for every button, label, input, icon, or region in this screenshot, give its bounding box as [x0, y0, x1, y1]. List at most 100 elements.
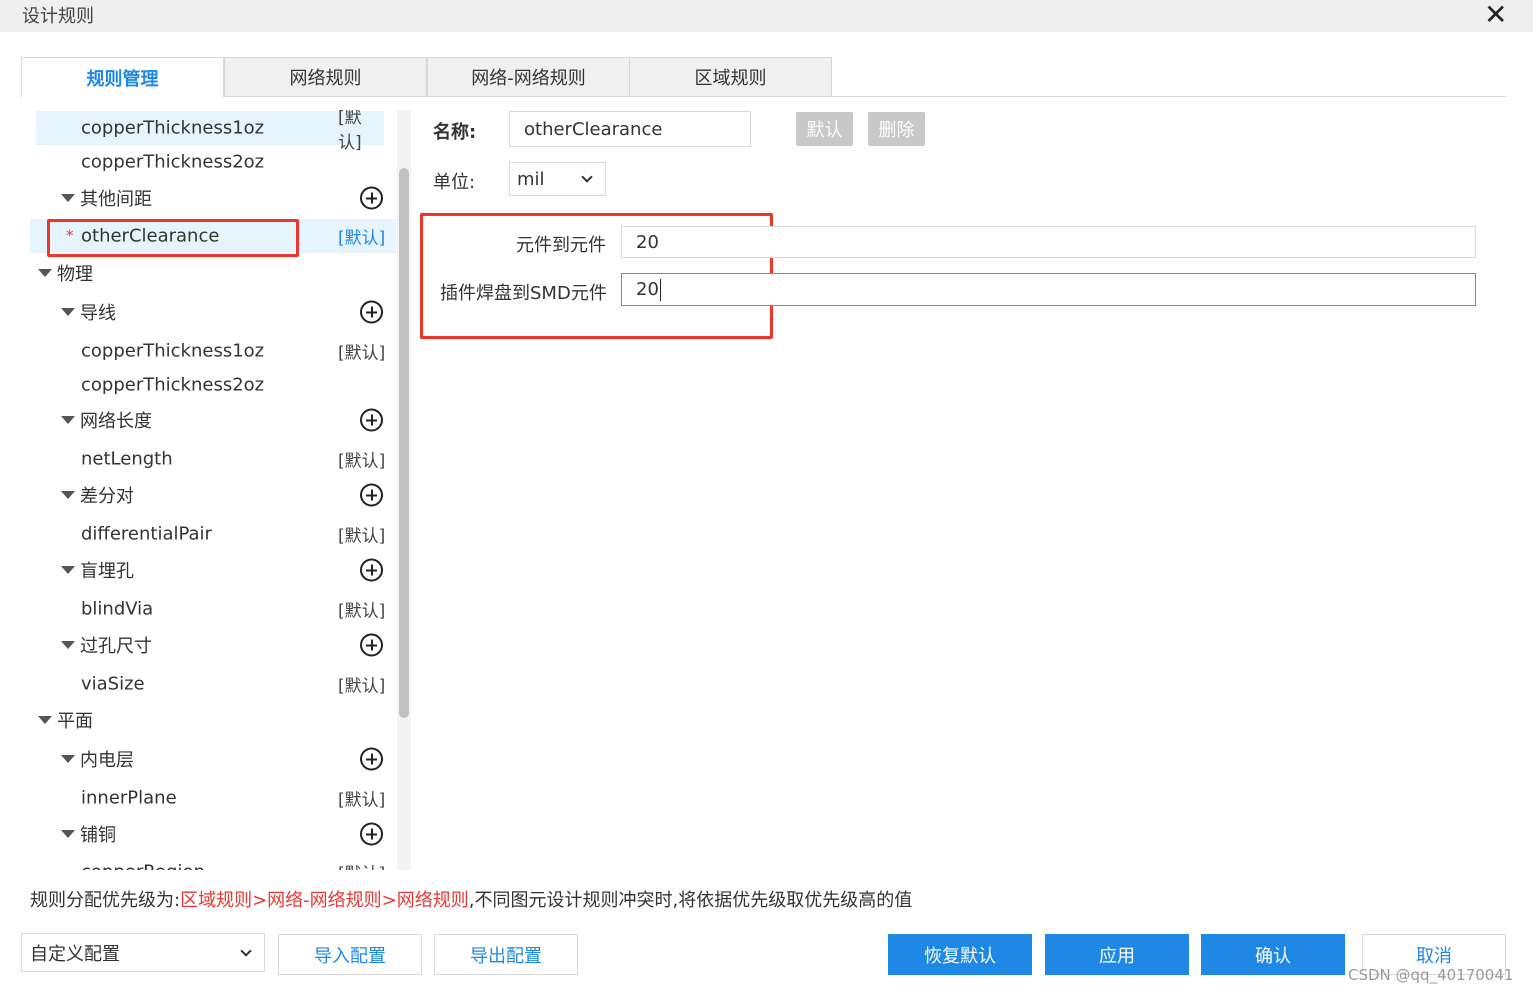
add-rule-icon[interactable]: [360, 300, 383, 324]
add-rule-icon[interactable]: [360, 747, 383, 771]
export-config-button[interactable]: 导出配置: [434, 934, 578, 975]
comp-to-comp-label: 元件到元件: [516, 235, 606, 256]
default-tag: [默认]: [338, 676, 386, 697]
tht-to-smd-value: 20: [636, 279, 659, 300]
tree-group-label: 盲埋孔: [80, 561, 134, 582]
add-rule-icon[interactable]: [360, 822, 383, 846]
tree-item-copper-thickness-1oz[interactable]: copperThickness1oz [默认]: [30, 334, 396, 368]
rule-name-input[interactable]: otherClearance: [509, 111, 751, 147]
tab-net-rules[interactable]: 网络规则: [224, 57, 427, 97]
tree-item-copper-region[interactable]: copperRegion [默认]: [30, 855, 396, 871]
tree-item-via-size[interactable]: viaSize [默认]: [30, 667, 396, 701]
caret-down-icon[interactable]: [61, 566, 75, 574]
caret-down-icon[interactable]: [61, 416, 75, 424]
unit-select[interactable]: mil: [509, 162, 606, 196]
restore-default-button[interactable]: 恢复默认: [888, 934, 1032, 975]
chevron-down-icon: [581, 171, 593, 183]
rule-tree: copperThickness1oz [默认] copperThickness2…: [30, 110, 396, 870]
tree-item-label: otherClearance: [81, 225, 220, 247]
config-select[interactable]: 自定义配置: [21, 933, 265, 972]
tht-to-smd-input[interactable]: 20: [621, 273, 1476, 306]
tree-item-label: innerPlane: [81, 787, 177, 809]
chevron-down-icon: [240, 945, 252, 957]
tree-item-label: copperRegion: [81, 862, 205, 871]
tree-item-inner-plane[interactable]: innerPlane [默认]: [30, 781, 396, 815]
delete-button[interactable]: 删除: [868, 112, 925, 146]
tree-group-label: 铺铜: [80, 825, 116, 846]
add-rule-icon[interactable]: [360, 186, 383, 210]
caret-down-icon[interactable]: [38, 269, 52, 277]
tree-group-label: 平面: [57, 711, 93, 732]
tree-group-label: 差分对: [80, 486, 134, 507]
confirm-button[interactable]: 确认: [1201, 934, 1345, 975]
default-tag: [默认]: [338, 526, 386, 547]
unit-label: 单位:: [433, 172, 476, 193]
import-config-button[interactable]: 导入配置: [278, 934, 422, 975]
tab-region-rules[interactable]: 区域规则: [629, 57, 832, 97]
caret-down-icon[interactable]: [61, 308, 75, 316]
note-priority: 区域规则>网络-网络规则>网络规则: [180, 890, 469, 911]
default-tag: [默认]: [338, 451, 386, 472]
default-tag: [默认]: [338, 601, 386, 622]
tree-item-copper-thickness-2oz[interactable]: copperThickness2oz: [30, 145, 396, 179]
tree-group-label: 内电层: [80, 750, 134, 771]
priority-note: 规则分配优先级为:区域规则>网络-网络规则>网络规则,不同图元设计规则冲突时,将…: [30, 886, 912, 912]
tab-net-to-net-rules[interactable]: 网络-网络规则: [427, 57, 630, 97]
add-rule-icon[interactable]: [360, 408, 383, 432]
tree-group-track[interactable]: 导线: [30, 295, 396, 329]
tree-item-copper-thickness-2oz[interactable]: copperThickness2oz: [30, 368, 396, 402]
caret-down-icon[interactable]: [61, 491, 75, 499]
caret-down-icon[interactable]: [61, 194, 75, 202]
tree-scrollbar[interactable]: [397, 110, 411, 870]
tree-item-differential-pair[interactable]: differentialPair [默认]: [30, 517, 396, 551]
tree-item-label: blindVia: [81, 598, 154, 620]
tree-group-plane[interactable]: 平面: [30, 703, 396, 737]
tree-item-label: copperThickness1oz: [81, 117, 265, 139]
comp-to-comp-input[interactable]: 20: [621, 226, 1476, 258]
text-cursor: [659, 278, 661, 301]
tree-group-blind-via[interactable]: 盲埋孔: [30, 553, 396, 587]
tree-group-label: 网络长度: [80, 411, 152, 432]
caret-down-icon[interactable]: [61, 830, 75, 838]
default-tag: [默认]: [338, 343, 386, 364]
tree-item-net-length[interactable]: netLength [默认]: [30, 442, 396, 476]
config-select-value: 自定义配置: [30, 943, 120, 965]
caret-down-icon[interactable]: [61, 641, 75, 649]
add-rule-icon[interactable]: [360, 483, 383, 507]
tree-group-label: 物理: [57, 264, 93, 285]
close-icon[interactable]: ✕: [1484, 0, 1507, 31]
title-bar: 设计规则 ✕: [0, 0, 1533, 32]
tab-bar: 规则管理 网络规则 网络-网络规则 区域规则: [21, 57, 1506, 98]
add-rule-icon[interactable]: [360, 558, 383, 582]
watermark: CSDN @qq_40170041: [1348, 966, 1514, 984]
tree-group-inner-plane[interactable]: 内电层: [30, 742, 396, 776]
tree-group-net-length[interactable]: 网络长度: [30, 403, 396, 437]
name-label: 名称:: [433, 122, 477, 143]
tree-item-blind-via[interactable]: blindVia [默认]: [30, 592, 396, 626]
tree-group-label: 过孔尺寸: [80, 636, 152, 657]
apply-button[interactable]: 应用: [1045, 934, 1189, 975]
set-default-button[interactable]: 默认: [796, 112, 853, 146]
tree-item-label: netLength: [81, 448, 173, 470]
scrollbar-thumb[interactable]: [399, 168, 409, 718]
tree-item-label: viaSize: [81, 673, 145, 695]
tab-rule-management[interactable]: 规则管理: [21, 57, 224, 98]
window-title: 设计规则: [22, 6, 94, 27]
tree-group-label: 导线: [80, 303, 116, 324]
unit-value: mil: [517, 168, 545, 190]
modified-mark: *: [66, 226, 74, 245]
tree-group-other-clearance[interactable]: 其他间距: [30, 181, 396, 215]
tree-group-copper-pour[interactable]: 铺铜: [30, 817, 396, 851]
tree-group-differential-pair[interactable]: 差分对: [30, 478, 396, 512]
caret-down-icon[interactable]: [61, 755, 75, 763]
default-tag: [默认]: [338, 228, 386, 249]
tree-group-via-size[interactable]: 过孔尺寸: [30, 628, 396, 662]
tree-group-label: 其他间距: [80, 189, 152, 210]
tree-group-physical[interactable]: 物理: [30, 256, 396, 290]
tree-item-copper-thickness-1oz[interactable]: copperThickness1oz [默认]: [36, 110, 384, 153]
caret-down-icon[interactable]: [38, 716, 52, 724]
note-prefix: 规则分配优先级为:: [30, 890, 181, 911]
tree-item-label: differentialPair: [81, 523, 212, 545]
tree-item-other-clearance[interactable]: * otherClearance [默认]: [30, 219, 396, 253]
add-rule-icon[interactable]: [360, 633, 383, 657]
